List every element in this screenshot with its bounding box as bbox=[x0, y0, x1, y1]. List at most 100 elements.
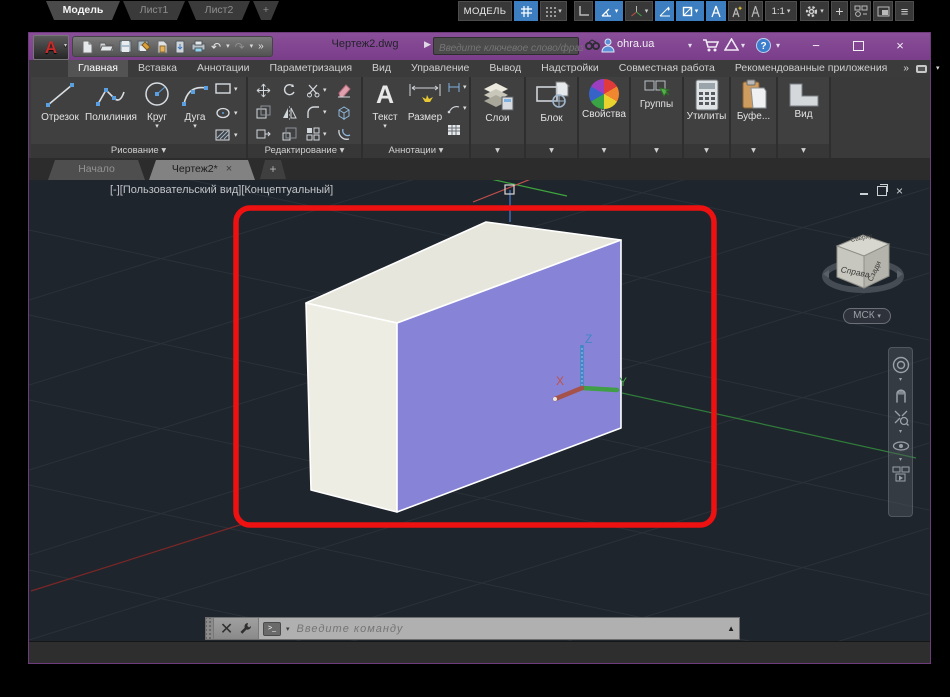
command-history-dropdown-icon[interactable]: ▾ bbox=[286, 625, 290, 633]
file-tab-drawing2[interactable]: Чертеж2*× bbox=[149, 160, 255, 180]
scale-list-button[interactable]: 1:1 ▾ bbox=[765, 1, 797, 21]
panel-utilities-expander[interactable]: ▾ bbox=[684, 144, 729, 158]
object-snap-tracking-button[interactable] bbox=[655, 1, 674, 21]
navwheel-dropdown-icon[interactable]: ▾ bbox=[899, 378, 902, 382]
customization-button[interactable]: ▾ bbox=[800, 1, 829, 21]
snap-dropdown-icon[interactable]: ▾ bbox=[558, 8, 562, 15]
panel-layers-expander[interactable]: ▾ bbox=[471, 144, 524, 158]
fillet-button[interactable]: ▾ bbox=[306, 105, 327, 120]
box-3d-button[interactable] bbox=[336, 105, 352, 120]
viewcube[interactable]: Сверху Справа Сзади bbox=[815, 226, 911, 310]
help-dropdown-icon[interactable]: ▾ bbox=[776, 41, 780, 50]
box-solid[interactable] bbox=[306, 222, 621, 512]
redo-dropdown-icon[interactable]: ▾ bbox=[250, 43, 254, 50]
navigation-wheel-icon[interactable] bbox=[892, 356, 910, 374]
isolate-objects-button[interactable] bbox=[850, 1, 871, 21]
search-expand-icon[interactable]: ▶ bbox=[424, 39, 431, 50]
scale-dropdown-icon[interactable]: ▾ bbox=[787, 8, 791, 15]
osnap-dropdown-icon[interactable]: ▾ bbox=[695, 8, 699, 15]
customization-dropdown-icon[interactable]: ▾ bbox=[820, 8, 824, 15]
move-button[interactable] bbox=[256, 83, 271, 98]
search-icon[interactable] bbox=[585, 39, 600, 52]
trim-button[interactable]: ▾ bbox=[306, 83, 327, 98]
model-space-button[interactable]: МОДЕЛЬ bbox=[458, 1, 512, 21]
ellipse-button[interactable]: ▾ bbox=[215, 107, 238, 119]
mirror-button[interactable] bbox=[282, 105, 297, 120]
navigation-bar[interactable]: ▾ ▾ ▾ bbox=[888, 347, 913, 517]
polyline-button[interactable]: Полилиния bbox=[83, 80, 139, 123]
orbit-icon[interactable] bbox=[892, 438, 910, 454]
search-input[interactable] bbox=[434, 41, 588, 57]
qat-more-button[interactable]: » bbox=[258, 41, 264, 52]
leader-button[interactable]: ▾ bbox=[447, 103, 467, 114]
app-menu-button[interactable]: A ▾ bbox=[33, 35, 69, 60]
close-button[interactable]: × bbox=[884, 36, 916, 56]
tab-vid[interactable]: Вид bbox=[362, 60, 401, 77]
new-tab-button[interactable]: + bbox=[260, 160, 286, 179]
model-tab[interactable]: Модель bbox=[46, 1, 120, 20]
scale-button[interactable] bbox=[282, 127, 297, 141]
save-web-mobile-icon[interactable] bbox=[174, 40, 186, 54]
add-layout-tab[interactable]: + bbox=[253, 1, 279, 20]
arc-dropdown-icon[interactable]: ▾ bbox=[193, 123, 197, 130]
command-bar-grip[interactable] bbox=[206, 618, 214, 639]
layout2-tab[interactable]: Лист2 bbox=[188, 1, 250, 20]
zoom-dropdown-icon[interactable]: ▾ bbox=[899, 430, 902, 434]
doc-restore-icon[interactable] bbox=[877, 186, 887, 196]
annotation-visibility-button[interactable] bbox=[706, 1, 726, 21]
tab-rekomendovannye[interactable]: Рекомендованные приложения bbox=[725, 60, 898, 77]
undo-dropdown-icon[interactable]: ▾ bbox=[226, 43, 230, 50]
undo-icon[interactable]: ↶ bbox=[211, 40, 221, 54]
command-input[interactable] bbox=[295, 622, 723, 636]
help-icon[interactable]: ? bbox=[756, 38, 771, 53]
account-dropdown-icon[interactable]: ▾ bbox=[688, 41, 692, 50]
panel-block-expander[interactable]: ▾ bbox=[526, 144, 577, 158]
ortho-toggle-button[interactable] bbox=[574, 1, 593, 21]
snap-toggle-button[interactable]: ▾ bbox=[540, 1, 567, 21]
panel-label-annotation[interactable]: Аннотации ▾ bbox=[363, 144, 469, 158]
copy-button[interactable] bbox=[256, 105, 271, 120]
pan-hand-icon[interactable] bbox=[892, 386, 910, 404]
file-tab-start[interactable]: Начало bbox=[48, 160, 145, 180]
polar-dropdown-icon[interactable]: ▾ bbox=[615, 8, 619, 15]
doc-close-icon[interactable]: × bbox=[896, 186, 903, 196]
stretch-button[interactable] bbox=[256, 127, 271, 141]
block-button[interactable]: Блок bbox=[526, 79, 577, 124]
properties-button[interactable]: Свойства bbox=[579, 79, 629, 120]
ribbon-collapse-icon[interactable] bbox=[915, 64, 930, 74]
command-close-icon[interactable]: ✕ bbox=[220, 619, 233, 639]
tab-sovmestnaya-rabota[interactable]: Совместная работа bbox=[609, 60, 725, 77]
text-dropdown-icon[interactable]: ▾ bbox=[383, 123, 387, 130]
erase-button[interactable] bbox=[336, 83, 352, 98]
command-wrench-icon[interactable] bbox=[239, 622, 252, 635]
a360-dropdown-icon[interactable]: ▾ bbox=[741, 41, 745, 50]
polar-tracking-button[interactable]: ▾ bbox=[595, 1, 623, 21]
a360-icon[interactable] bbox=[724, 38, 739, 52]
clipboard-button[interactable]: Буфе... bbox=[731, 79, 776, 122]
array-button[interactable]: ▾ bbox=[306, 127, 327, 141]
panel-label-draw[interactable]: Рисование ▾ bbox=[31, 144, 246, 158]
circle-button[interactable]: Круг ▾ bbox=[139, 80, 175, 130]
account-name[interactable]: ohra.ua bbox=[617, 38, 654, 50]
save-icon[interactable] bbox=[119, 40, 132, 53]
panel-label-modify[interactable]: Редактирование ▾ bbox=[248, 144, 361, 158]
ribbon-collapse-dropdown-icon[interactable]: ▾ bbox=[936, 65, 940, 72]
command-expand-icon[interactable]: ▲ bbox=[727, 624, 739, 633]
table-button[interactable] bbox=[447, 124, 461, 136]
text-button[interactable]: A Текст ▾ bbox=[367, 80, 403, 130]
object-snap-button[interactable]: ▾ bbox=[676, 1, 704, 21]
layout1-tab[interactable]: Лист1 bbox=[123, 1, 185, 20]
hatch-button[interactable]: ▾ bbox=[215, 129, 238, 142]
annotation-autoscale-button[interactable] bbox=[728, 1, 746, 21]
arc-button[interactable]: Дуга ▾ bbox=[177, 80, 213, 130]
panel-groups-expander[interactable]: ▾ bbox=[631, 144, 682, 158]
tab-parametrizaciya[interactable]: Параметризация bbox=[260, 60, 363, 77]
rectangle-button[interactable]: ▾ bbox=[215, 83, 238, 95]
tab-vyvod[interactable]: Вывод bbox=[479, 60, 531, 77]
tab-upravlenie[interactable]: Управление bbox=[401, 60, 479, 77]
help-search-box[interactable] bbox=[433, 37, 579, 55]
ucs-selector-button[interactable]: МСК ▾ bbox=[843, 308, 891, 324]
layers-button[interactable]: Слои bbox=[471, 79, 524, 124]
viewport-controls-label[interactable]: [-][Пользовательский вид][Концептуальный… bbox=[110, 184, 333, 196]
panel-properties-expander[interactable]: ▾ bbox=[579, 144, 629, 158]
